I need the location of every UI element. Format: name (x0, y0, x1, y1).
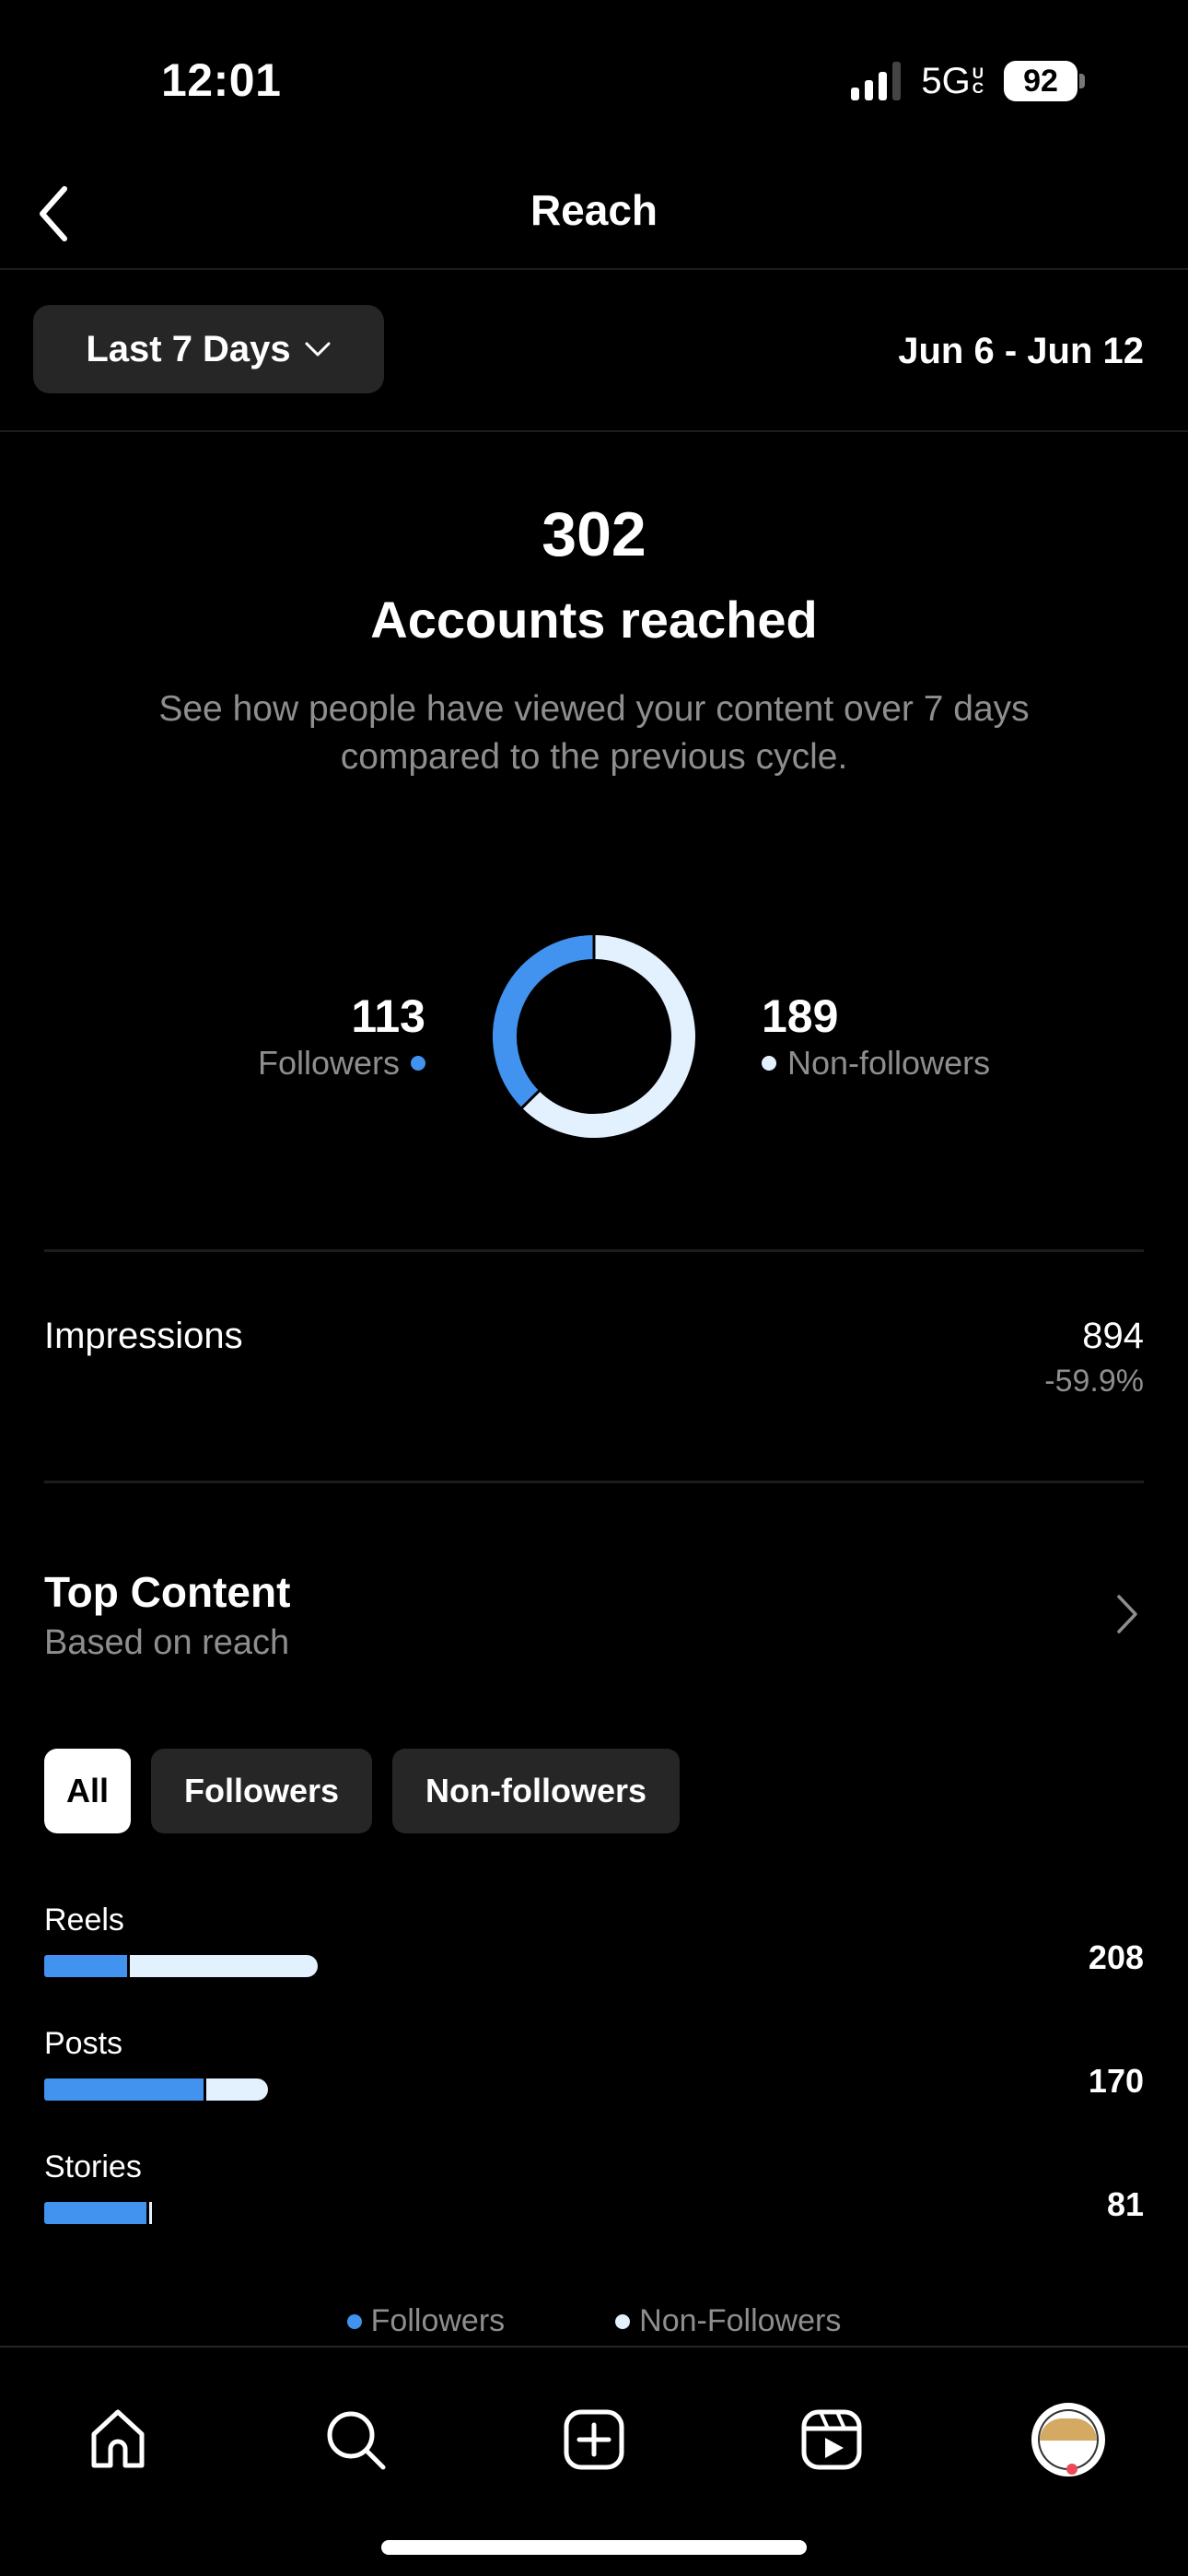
status-bar: 12:01 5G UC 92 (0, 0, 1188, 161)
followers-value: 113 (351, 990, 425, 1042)
donut-chart (493, 935, 695, 1138)
nav-bar: Reach (0, 161, 1188, 270)
bar-segment-non-followers (149, 2202, 153, 2224)
status-time: 12:01 (161, 54, 282, 106)
battery-cap (1079, 74, 1085, 88)
battery-icon: 92 (1004, 61, 1085, 101)
non-followers-stat: 189 Non-followers (762, 989, 990, 1083)
bar-segment-non-followers (130, 1955, 319, 1977)
legend-non-followers-label: Non-Followers (639, 2303, 842, 2338)
non-followers-value: 189 (762, 990, 839, 1042)
chart-legend: Followers Non-Followers (0, 2303, 1188, 2339)
divider (44, 1249, 1144, 1252)
summary-description: See how people have viewed your content … (158, 689, 1030, 777)
bar-row-posts: Posts 170 (44, 2023, 1144, 2147)
network-type: 5G UC (921, 61, 984, 102)
content-type-bar-chart: Reels 208 Posts 170 Stories 81 (44, 1900, 1144, 2270)
date-range-dropdown-label: Last 7 Days (86, 328, 291, 369)
followers-label: Followers (257, 1044, 400, 1082)
top-content-title: Top Content (44, 1568, 291, 1616)
bar-value: 81 (1106, 2185, 1144, 2223)
network-suffix-bottom: C (972, 79, 984, 97)
bar-track (44, 2078, 965, 2101)
non-followers-dot-icon (762, 1056, 776, 1071)
search-icon (327, 2411, 386, 2470)
page-title: Reach (530, 186, 658, 234)
non-followers-dot-icon (615, 2313, 631, 2329)
home-indicator (381, 2540, 807, 2555)
chip-non-followers[interactable]: Non-followers (392, 1749, 681, 1833)
bar-track (44, 2202, 965, 2224)
date-range-text: Jun 6 - Jun 12 (898, 331, 1144, 371)
bar-segment-followers (44, 1955, 127, 1977)
impressions-label: Impressions (44, 1316, 243, 1356)
top-content-subtitle: Based on reach (44, 1623, 290, 1662)
tab-create[interactable] (557, 2403, 631, 2476)
bar-segment-non-followers (205, 2078, 268, 2101)
bar-track (44, 1955, 965, 1977)
non-followers-legend: Non-followers (762, 1043, 990, 1083)
impressions-change: -59.9% (1044, 1364, 1144, 1399)
impressions-value: 894 (1082, 1316, 1144, 1356)
legend-followers: Followers (346, 2303, 506, 2339)
bar-label: Posts (44, 2026, 123, 2061)
tab-reels[interactable] (795, 2403, 868, 2476)
chevron-right-icon (1117, 1595, 1137, 1633)
bar-segment-followers (44, 2202, 147, 2224)
network-suffix: UC (972, 65, 984, 97)
followers-stat: 113 Followers (258, 989, 425, 1083)
create-icon (564, 2409, 624, 2470)
reach-summary: 302 Accounts reached See how people have… (0, 498, 1188, 781)
legend-non-followers: Non-Followers (615, 2303, 841, 2339)
home-icon (91, 2409, 145, 2468)
notification-dot (1066, 2464, 1077, 2475)
status-indicators: 5G UC 92 (851, 59, 1085, 103)
divider (44, 1481, 1144, 1483)
bar-value: 208 (1088, 1938, 1144, 1976)
followers-dot-icon (346, 2313, 362, 2329)
top-content-header[interactable]: Top Content Based on reach (44, 1566, 1144, 1668)
filter-row: Last 7 Days Jun 6 - Jun 12 (0, 270, 1188, 432)
reels-icon (801, 2409, 862, 2470)
donut-slice-non-followers (521, 935, 695, 1138)
legend-followers-label: Followers (370, 2303, 506, 2338)
cellular-signal-icon (851, 62, 902, 100)
bar-segment-followers (44, 2078, 204, 2101)
audience-filter-chips: All Followers Non-followers (44, 1749, 681, 1833)
tab-home[interactable] (81, 2403, 155, 2476)
network-label: 5G (921, 60, 971, 101)
audience-breakdown: 113 Followers 189 Non-followers (0, 931, 1188, 1142)
accounts-reached-label: Accounts reached (370, 591, 818, 649)
bar-label: Reels (44, 1903, 124, 1938)
followers-dot-icon (411, 1056, 425, 1071)
bar-value: 170 (1088, 2062, 1144, 2100)
chevron-down-icon (305, 342, 331, 357)
accounts-reached-value: 302 (542, 499, 646, 569)
chip-followers[interactable]: Followers (151, 1749, 373, 1833)
chip-all[interactable]: All (44, 1749, 132, 1833)
followers-legend: Followers (258, 1043, 425, 1083)
tab-search[interactable] (319, 2403, 392, 2476)
bar-row-stories: Stories 81 (44, 2147, 1144, 2270)
avatar-image (1040, 2411, 1097, 2468)
donut-slice-followers (493, 935, 595, 1108)
date-range-dropdown[interactable]: Last 7 Days (33, 305, 384, 393)
bar-label: Stories (44, 2149, 142, 2184)
bar-row-reels: Reels 208 (44, 1900, 1144, 2023)
battery-level: 92 (1004, 61, 1077, 101)
non-followers-label: Non-followers (787, 1044, 991, 1082)
